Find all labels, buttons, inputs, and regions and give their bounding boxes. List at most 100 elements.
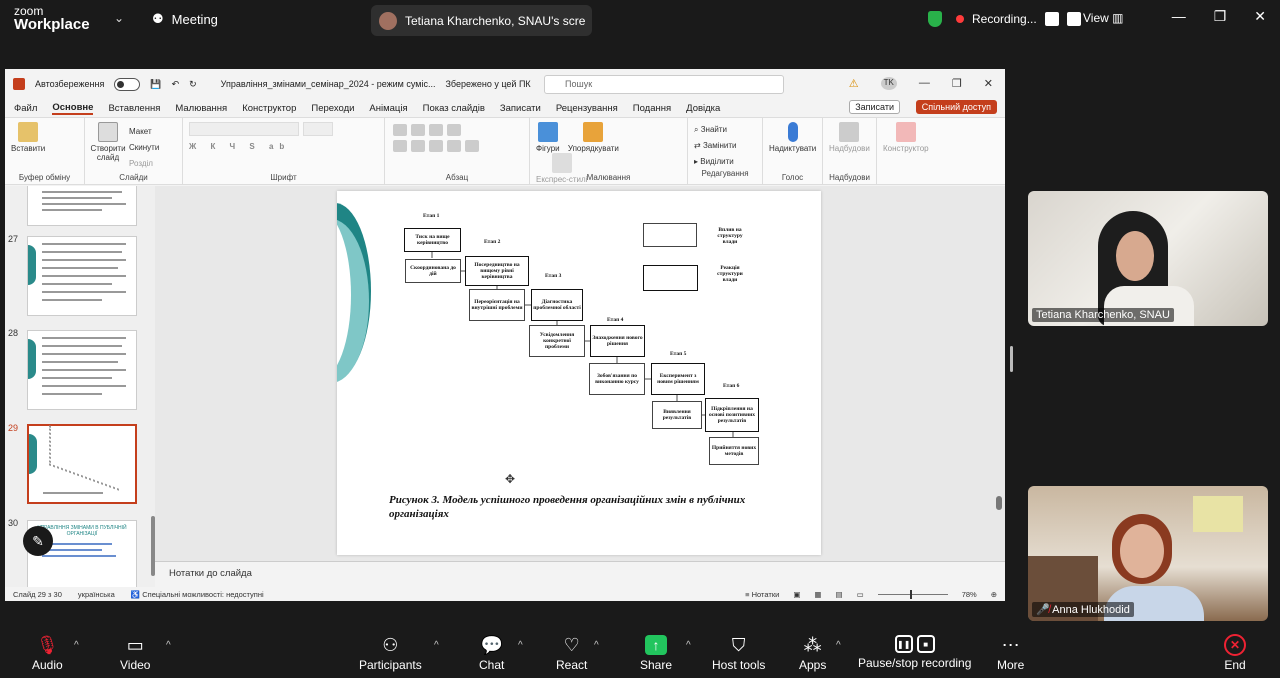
ribbon-tabs: Файл Основне Вставлення Малювання Констр… <box>5 99 1005 117</box>
warning-icon[interactable]: ⚠ <box>849 77 859 90</box>
autosave-toggle[interactable] <box>114 77 141 91</box>
share-button[interactable]: Спільний доступ <box>915 100 997 114</box>
meeting-info-button[interactable]: ⚉ Meeting <box>152 11 218 27</box>
arrange-button[interactable]: Упорядкувати <box>568 122 619 153</box>
share-screen-button[interactable]: ↑ Share <box>640 632 672 672</box>
chevron-up-icon[interactable]: ^ <box>434 640 439 651</box>
tab-insert[interactable]: Вставлення <box>108 103 160 114</box>
stop-icon[interactable] <box>1066 12 1081 26</box>
chevron-up-icon[interactable]: ^ <box>518 640 523 651</box>
notes-pane[interactable]: Нотатки до слайда <box>155 561 1005 587</box>
view-button[interactable]: View ▥ <box>1083 11 1123 25</box>
tab-record[interactable]: Записати <box>500 103 541 114</box>
minimize-icon[interactable]: — <box>1172 8 1186 25</box>
reading-view-icon[interactable]: ▤ <box>836 590 843 599</box>
reset-button[interactable]: Скинути <box>129 140 159 156</box>
tab-home[interactable]: Основне <box>52 102 94 115</box>
tab-animations[interactable]: Анімація <box>369 103 407 114</box>
participant-tile[interactable]: 🎤̸ Anna Hlukhodid <box>1028 486 1268 621</box>
sorter-view-icon[interactable]: ▦ <box>814 590 821 599</box>
tab-file[interactable]: Файл <box>14 103 37 114</box>
end-button[interactable]: ✕ End <box>1224 632 1246 672</box>
new-slide-button[interactable]: Створити слайд <box>90 122 126 162</box>
record-button[interactable]: Записати <box>849 100 900 114</box>
react-button[interactable]: ♡ React <box>556 632 587 672</box>
avatar <box>379 11 397 30</box>
list-buttons[interactable] <box>391 122 523 138</box>
dictate-button[interactable]: Надиктувати <box>769 122 816 153</box>
more-button[interactable]: ⋯ More <box>997 632 1024 672</box>
font-format-buttons[interactable]: Ж К Ч S ab <box>189 142 378 151</box>
screen-share-indicator[interactable]: Tetiana Kharchenko, SNAU's scre <box>371 5 592 36</box>
zoom-slider[interactable] <box>877 589 948 599</box>
participant-tile[interactable]: Tetiana Kharchenko, SNAU <box>1028 191 1268 326</box>
status-bar: Слайд 29 з 30 українська ♿ Спеціальні мо… <box>5 587 1005 601</box>
tab-slideshow[interactable]: Показ слайдів <box>423 103 485 114</box>
slideshow-icon[interactable]: ▭ <box>857 590 864 599</box>
tab-review[interactable]: Рецензування <box>556 103 618 114</box>
slide-thumbnail-27[interactable] <box>27 236 137 316</box>
participants-button[interactable]: ⚇ Participants <box>359 632 422 672</box>
addins-label: Надбудови <box>829 144 870 153</box>
slide-canvas[interactable]: Етап 1 Етап 2 Етап 3 Етап 4 Етап 5 Етап … <box>337 191 821 555</box>
annotate-pen-icon[interactable]: ✎ <box>23 526 53 556</box>
normal-view-icon[interactable]: ▣ <box>793 590 800 599</box>
language-label[interactable]: українська <box>78 590 115 599</box>
replace-button[interactable]: ⇄ Замінити <box>694 138 756 154</box>
undo-icon[interactable]: ↶ <box>172 79 180 90</box>
close-icon[interactable]: ✕ <box>984 77 993 90</box>
save-icon[interactable]: 💾 <box>150 79 161 90</box>
chevron-up-icon[interactable]: ^ <box>166 640 171 651</box>
video-button[interactable]: ▭ Video <box>120 632 150 672</box>
group-label: Абзац <box>445 173 469 182</box>
layout-button[interactable]: Макет <box>129 124 159 140</box>
tab-draw[interactable]: Малювання <box>175 103 227 114</box>
paste-button[interactable]: Вставити <box>11 122 45 153</box>
search-input[interactable]: Пошук <box>544 75 784 94</box>
chevron-up-icon[interactable]: ^ <box>74 640 79 651</box>
align-buttons[interactable] <box>391 138 523 154</box>
panel-resize-handle[interactable] <box>1010 346 1013 372</box>
accessibility-label[interactable]: ♿ Спеціальні можливості: недоступні <box>131 590 264 599</box>
minimize-icon[interactable]: — <box>919 77 930 90</box>
chevron-down-icon[interactable]: ⌄ <box>114 11 124 25</box>
font-size-input[interactable] <box>303 122 333 136</box>
host-tools-label: Host tools <box>712 658 766 672</box>
tab-help[interactable]: Довідка <box>686 103 720 114</box>
notes-toggle[interactable]: ≡ Нотатки <box>745 590 779 599</box>
tab-design[interactable]: Конструктор <box>242 103 296 114</box>
zoom-top-bar: zoom Workplace ⌄ ⚉ Meeting Tetiana Kharc… <box>0 0 1280 40</box>
chevron-up-icon[interactable]: ^ <box>594 640 599 651</box>
scroll-thumb[interactable] <box>996 496 1002 510</box>
apps-button[interactable]: ⁂ Apps <box>799 632 826 672</box>
designer-button[interactable]: Конструктор <box>883 122 929 153</box>
restore-icon[interactable]: ❐ <box>952 77 962 90</box>
addins-button[interactable]: Надбудови <box>829 122 870 153</box>
font-inputs <box>189 122 378 136</box>
find-button[interactable]: ⌕ Знайти <box>694 122 756 138</box>
tab-view[interactable]: Подання <box>633 103 671 114</box>
font-name-input[interactable] <box>189 122 299 136</box>
view-label: View <box>1083 11 1109 25</box>
zoom-level[interactable]: 78% <box>962 590 977 599</box>
zoom-logo: zoom Workplace <box>14 4 90 32</box>
restore-icon[interactable]: ❐ <box>1214 8 1227 25</box>
user-initials[interactable]: TK <box>880 77 897 90</box>
fit-slide-icon[interactable]: ⊕ <box>991 590 997 599</box>
slide-scrollbar[interactable] <box>996 186 1002 526</box>
slide-thumbnail-26[interactable] <box>27 186 137 226</box>
shapes-button[interactable]: Фігури <box>536 122 560 153</box>
chevron-up-icon[interactable]: ^ <box>686 640 691 651</box>
pause-stop-recording-button[interactable]: ❚❚ ■ Pause/stop recording <box>858 632 971 670</box>
chat-button[interactable]: 💬 Chat <box>479 632 504 672</box>
tab-transitions[interactable]: Переходи <box>311 103 354 114</box>
section-button[interactable]: Розділ <box>129 156 159 172</box>
slide-thumbnail-28[interactable] <box>27 330 137 410</box>
chevron-up-icon[interactable]: ^ <box>836 640 841 651</box>
audio-button[interactable]: 🎙 Audio <box>32 632 63 672</box>
close-icon[interactable]: ✕ <box>1254 8 1266 25</box>
slide-thumbnail-29[interactable] <box>27 424 137 504</box>
host-tools-button[interactable]: ⛉ Host tools <box>712 632 765 672</box>
pause-icon[interactable] <box>1044 12 1059 26</box>
redo-icon[interactable]: ↻ <box>189 79 197 90</box>
